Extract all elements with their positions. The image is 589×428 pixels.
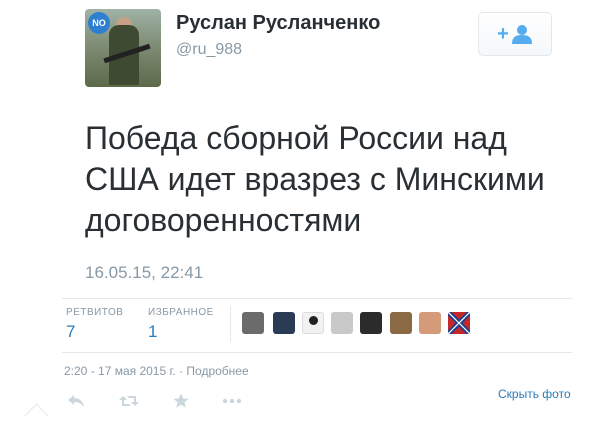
hide-photo-link[interactable]: Скрыть фото bbox=[498, 387, 571, 401]
user-avatar[interactable]: NO bbox=[85, 9, 161, 87]
avatar-badge: NO bbox=[88, 12, 110, 34]
flag-icon bbox=[448, 312, 470, 334]
stats-separator bbox=[230, 306, 231, 342]
tweet-text: Победа сборной России над США идет вразр… bbox=[85, 118, 555, 241]
favorites-label: ИЗБРАННОЕ bbox=[148, 307, 214, 318]
card-caret bbox=[24, 403, 49, 428]
favorites-stat[interactable]: ИЗБРАННОЕ 1 bbox=[148, 307, 214, 342]
favoriter-avatar[interactable] bbox=[360, 312, 382, 334]
tweet-details: 2:20 - 17 мая 2015 г. · Подробнее bbox=[64, 364, 249, 378]
more-icon bbox=[222, 398, 242, 404]
favorite-button[interactable] bbox=[172, 392, 190, 410]
user-handle[interactable]: @ru_988 bbox=[176, 41, 242, 59]
retweets-label: РЕТВИТОВ bbox=[66, 307, 124, 318]
follow-plus-user-icon bbox=[511, 25, 532, 44]
tweet-text-line: договоренностями bbox=[85, 202, 362, 238]
reply-icon bbox=[68, 395, 84, 407]
favoriter-avatar[interactable] bbox=[302, 312, 324, 334]
timestamp-overlay: 16.05.15, 22:41 bbox=[85, 263, 204, 282]
plus-icon: + bbox=[497, 23, 509, 45]
favorites-count: 1 bbox=[148, 322, 158, 341]
retweet-icon bbox=[119, 396, 139, 406]
favoriter-avatar[interactable] bbox=[242, 312, 264, 334]
retweets-count: 7 bbox=[66, 322, 76, 341]
favoriter-avatar[interactable] bbox=[331, 312, 353, 334]
favoriter-avatar[interactable] bbox=[273, 312, 295, 334]
tweet-text-line: Победа сборной России над bbox=[85, 120, 507, 156]
details-separator: · bbox=[179, 364, 184, 378]
reply-button[interactable] bbox=[66, 392, 86, 410]
favoriter-avatar-flag[interactable] bbox=[448, 312, 470, 334]
favorite-icon bbox=[173, 393, 189, 408]
divider bbox=[62, 298, 572, 299]
retweet-button[interactable] bbox=[118, 392, 140, 410]
divider bbox=[62, 352, 572, 353]
retweets-stat[interactable]: РЕТВИТОВ 7 bbox=[66, 307, 123, 342]
follow-button[interactable]: + bbox=[478, 12, 552, 56]
tweet-text-line: США идет вразрез с Минскими bbox=[85, 161, 545, 197]
tweet-date[interactable]: 2:20 - 17 мая 2015 г. bbox=[64, 364, 176, 378]
user-display-name[interactable]: Руслан Русланченко bbox=[176, 12, 380, 35]
favoriter-avatar[interactable] bbox=[419, 312, 441, 334]
more-button[interactable] bbox=[222, 392, 242, 410]
tweet-card: NO Руслан Русланченко @ru_988 + Победа с… bbox=[0, 0, 589, 428]
details-link[interactable]: Подробнее bbox=[186, 364, 248, 378]
favoriter-avatar[interactable] bbox=[390, 312, 412, 334]
